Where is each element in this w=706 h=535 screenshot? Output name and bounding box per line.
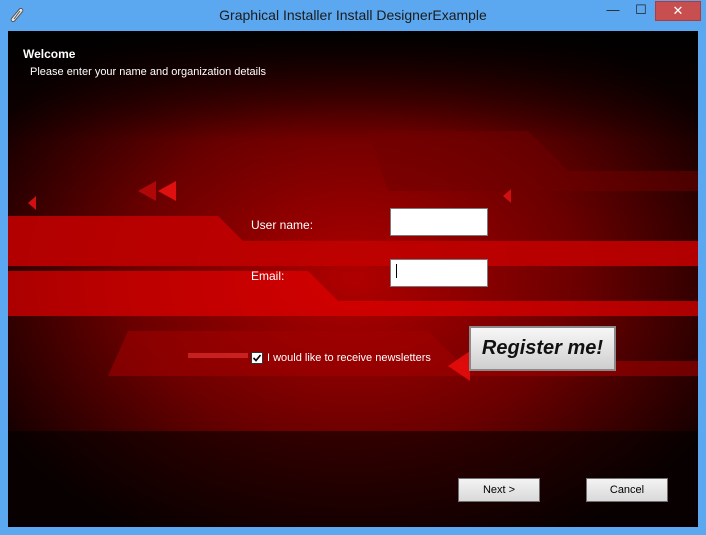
newsletter-checkbox[interactable] bbox=[251, 352, 263, 364]
header-title: Welcome bbox=[23, 47, 76, 61]
username-label: User name: bbox=[251, 218, 314, 232]
installer-window: Graphical Installer Install DesignerExam… bbox=[0, 0, 706, 535]
checkmark-icon bbox=[252, 354, 262, 362]
maximize-button[interactable]: ☐ bbox=[627, 1, 655, 21]
newsletter-label[interactable]: I would like to receive newsletters bbox=[267, 352, 431, 364]
username-input[interactable] bbox=[390, 208, 488, 236]
header-subtitle: Please enter your name and organization … bbox=[30, 66, 267, 78]
next-button[interactable]: Next > bbox=[458, 478, 540, 502]
background-graphic bbox=[8, 31, 698, 527]
close-button[interactable]: ✕ bbox=[655, 1, 701, 21]
title-bar[interactable]: Graphical Installer Install DesignerExam… bbox=[0, 0, 706, 31]
minimize-button[interactable]: — bbox=[599, 1, 627, 21]
installer-content: Welcome Please enter your name and organ… bbox=[8, 31, 698, 527]
register-button[interactable]: Register me! bbox=[469, 326, 616, 371]
email-label: Email: bbox=[251, 269, 285, 283]
email-input[interactable] bbox=[390, 259, 488, 287]
text-caret bbox=[396, 264, 397, 278]
cancel-button[interactable]: Cancel bbox=[586, 478, 668, 502]
